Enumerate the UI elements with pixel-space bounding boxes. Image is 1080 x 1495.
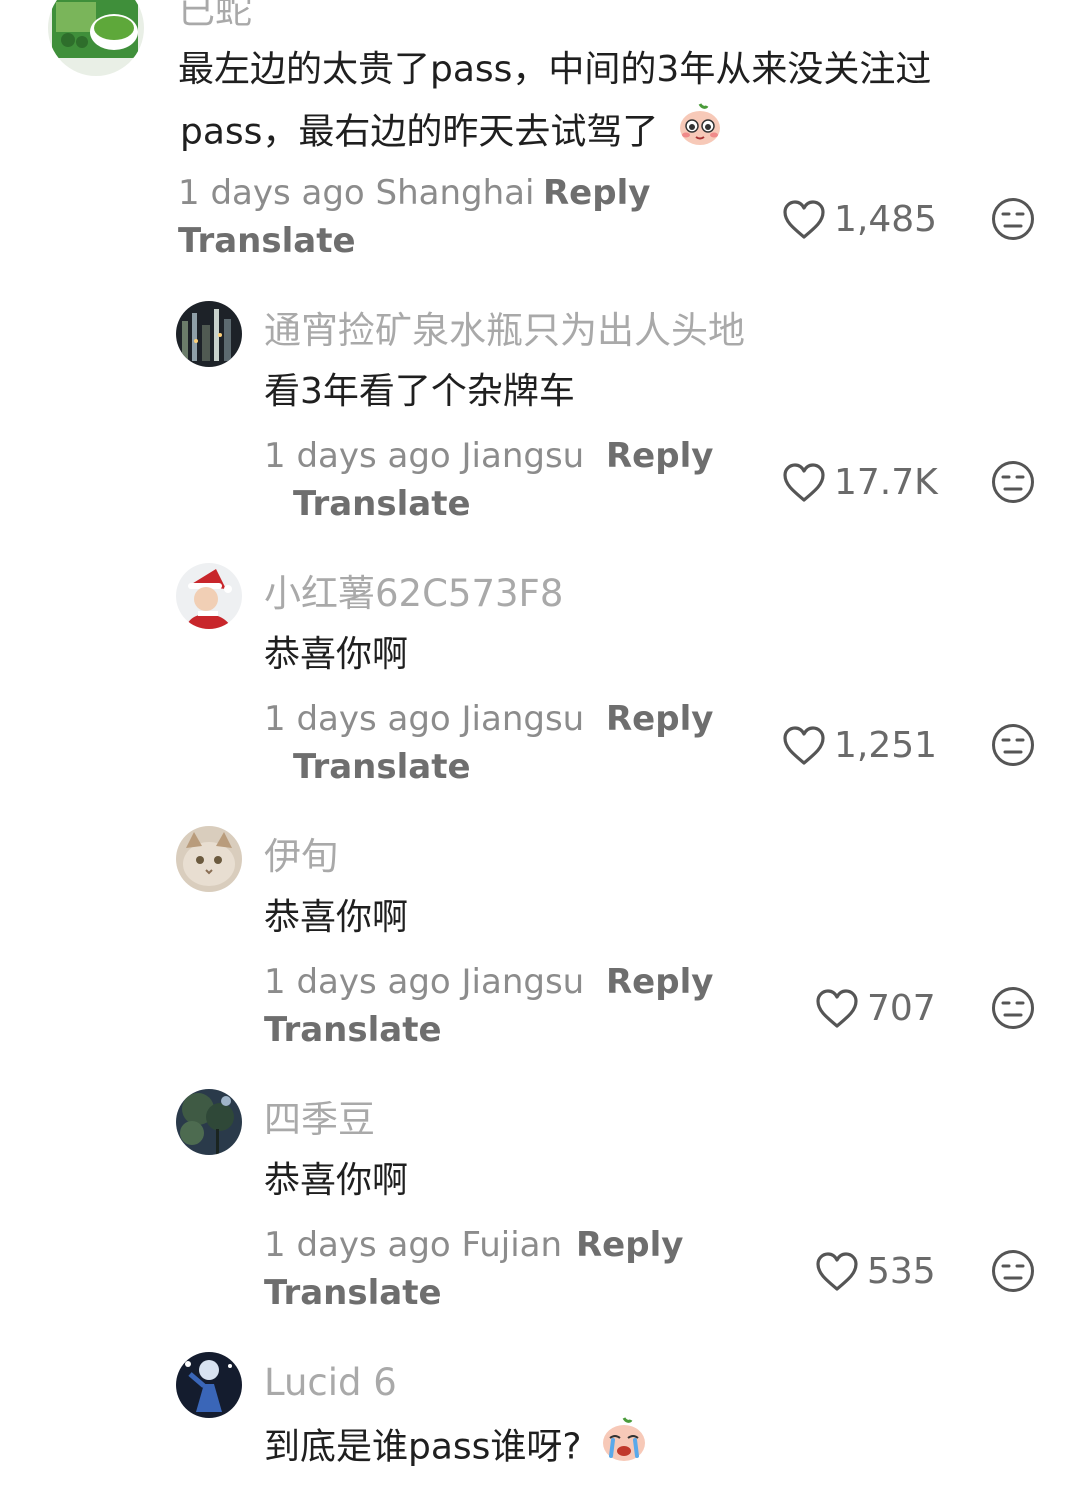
comment-location: Jiangsu — [461, 699, 585, 739]
like-count: 17.7K — [834, 462, 938, 503]
comment-time: 1 days ago — [264, 1225, 451, 1265]
reply-button[interactable]: Reply — [576, 1228, 683, 1262]
heart-icon — [783, 463, 825, 502]
translate-button[interactable]: Translate — [293, 487, 471, 521]
like-count: 1,485 — [834, 199, 938, 240]
comment-text: 到底是谁pass谁呀? — [264, 1414, 649, 1483]
shy-face-emoji-icon — [676, 100, 724, 167]
comment-location: Jiangsu — [461, 436, 585, 476]
comment-time: 1 days ago — [264, 436, 451, 476]
comment-text: 恭喜你啊 — [264, 1160, 409, 1201]
dislike-button[interactable] — [991, 986, 1035, 1034]
comment-time: 1 days ago — [264, 962, 451, 1002]
comment-text-line: pass，最右边的昨天去试驾了 — [180, 111, 659, 153]
comment-location: Jiangsu — [461, 962, 585, 1002]
comment-username[interactable]: 伊旬 — [264, 838, 338, 875]
comment-meta: 1 days ago Shanghai — [178, 176, 534, 210]
translate-button[interactable]: Translate — [264, 1013, 442, 1047]
reply-button[interactable]: Reply — [606, 965, 713, 999]
like-button[interactable]: 1,485 — [782, 200, 937, 240]
comment-username[interactable]: 通宵捡矿泉水瓶只为出人头地 — [264, 312, 745, 349]
like-count: 1,251 — [834, 725, 938, 766]
heart-icon — [783, 726, 825, 765]
dislike-button[interactable] — [991, 723, 1035, 771]
meh-face-icon — [992, 987, 1034, 1029]
comment-text: pass，最右边的昨天去试驾了 — [180, 100, 724, 167]
heart-icon — [816, 1252, 858, 1291]
comment-meta: 1 days ago Fujian — [264, 1228, 562, 1262]
like-button[interactable]: 535 — [815, 1252, 936, 1292]
user-avatar[interactable] — [48, 0, 144, 76]
comment-text-line: 到底是谁pass谁呀? — [264, 1426, 582, 1468]
translate-button[interactable]: Translate — [293, 750, 471, 784]
comment-time: 1 days ago — [264, 699, 451, 739]
meh-face-icon — [992, 724, 1034, 766]
dislike-button[interactable] — [991, 460, 1035, 508]
crying-face-emoji-icon — [599, 1414, 649, 1483]
like-button[interactable]: 17.7K — [782, 463, 938, 503]
heart-icon — [816, 989, 858, 1028]
comment-text-line: 最左边的太贵了pass，中间的3年从来没关注过 — [178, 49, 932, 90]
translate-button[interactable]: Translate — [264, 1276, 442, 1310]
like-button[interactable]: 1,251 — [782, 726, 937, 766]
reply-button[interactable]: Reply — [606, 439, 713, 473]
user-avatar[interactable] — [176, 563, 242, 629]
meh-face-icon — [992, 1250, 1034, 1292]
user-avatar[interactable] — [176, 1089, 242, 1155]
comment-time: 1 days ago — [178, 173, 365, 213]
reply-button[interactable]: Reply — [606, 702, 713, 736]
comment-text: 最左边的太贵了pass，中间的3年从来没关注过 — [178, 40, 931, 100]
user-avatar[interactable] — [176, 826, 242, 892]
comment-location: Fujian — [461, 1225, 563, 1265]
dislike-button[interactable] — [991, 197, 1035, 245]
comment-meta: 1 days ago Jiangsu — [264, 965, 584, 999]
user-avatar[interactable] — [176, 1352, 242, 1418]
like-count: 707 — [867, 988, 936, 1029]
comment-text: 看3年看了个杂牌车 — [264, 371, 575, 412]
comment-username[interactable]: Lucid 6 — [264, 1364, 397, 1401]
user-avatar[interactable] — [176, 301, 242, 367]
comment-meta: 1 days ago Jiangsu — [264, 702, 584, 736]
comment-username[interactable]: 小红薯62C573F8 — [264, 575, 563, 612]
reply-button[interactable]: Reply — [543, 176, 650, 210]
like-count: 535 — [867, 1251, 936, 1292]
comment-text: 恭喜你啊 — [264, 634, 409, 675]
comment-text: 恭喜你啊 — [264, 897, 409, 938]
comment-username[interactable]: 已蛇 — [178, 0, 252, 29]
meh-face-icon — [992, 461, 1034, 503]
dislike-button[interactable] — [991, 1249, 1035, 1297]
like-button[interactable]: 707 — [815, 989, 936, 1029]
comment-location: Shanghai — [375, 173, 535, 213]
translate-button[interactable]: Translate — [178, 224, 356, 258]
comment-meta: 1 days ago Jiangsu — [264, 439, 584, 473]
meh-face-icon — [992, 198, 1034, 240]
comment-username[interactable]: 四季豆 — [264, 1101, 375, 1138]
heart-icon — [783, 200, 825, 239]
